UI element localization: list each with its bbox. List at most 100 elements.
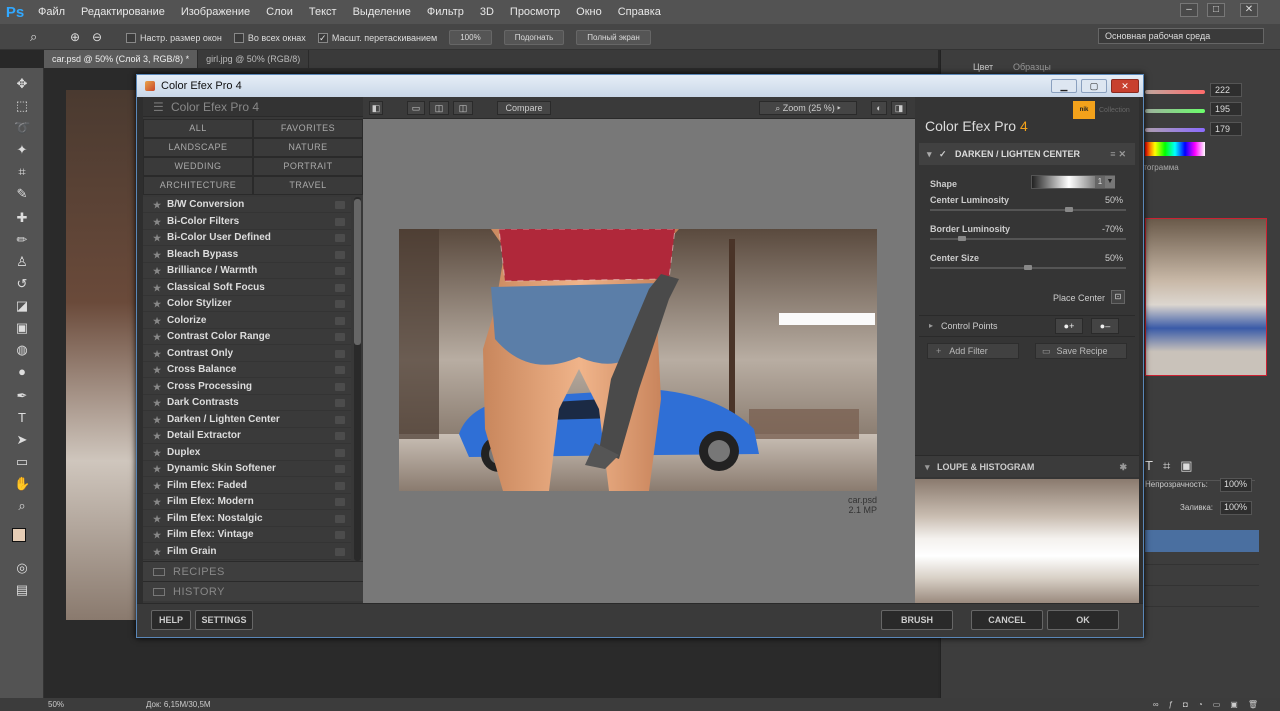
split-view-icon[interactable]: ◫ xyxy=(429,101,449,115)
fullscreen-button[interactable]: Полный экран xyxy=(576,30,651,45)
center-size-knob[interactable] xyxy=(1024,265,1032,270)
window-maximize-icon[interactable]: ▢ xyxy=(1081,79,1107,93)
blue-value[interactable]: 179 xyxy=(1210,122,1242,136)
help-button[interactable]: HELP xyxy=(151,610,191,630)
remove-control-point-icon[interactable]: ●– xyxy=(1091,318,1119,334)
settings-button[interactable]: SETTINGS xyxy=(195,610,253,630)
star-icon[interactable]: ★ xyxy=(153,428,161,444)
layer-action-icons[interactable]: ∞ƒ◘◔▭▣🗑 xyxy=(1153,698,1268,711)
filter-item[interactable]: ★ Detail Extractor xyxy=(143,428,351,444)
favorite-toggle-icon[interactable] xyxy=(335,201,345,209)
favorite-toggle-icon[interactable] xyxy=(335,432,345,440)
doc-tab-girl[interactable]: girl.jpg @ 50% (RGB/8) xyxy=(198,50,310,68)
green-value[interactable]: 195 xyxy=(1210,102,1242,116)
menu-3d[interactable]: 3D xyxy=(472,0,502,24)
star-icon[interactable]: ★ xyxy=(153,230,161,246)
star-icon[interactable]: ★ xyxy=(153,527,161,543)
favorite-toggle-icon[interactable] xyxy=(335,382,345,391)
recipes-section[interactable]: RECIPES xyxy=(143,561,363,581)
favorite-toggle-icon[interactable] xyxy=(335,217,345,226)
star-icon[interactable]: ★ xyxy=(153,214,161,230)
cancel-button[interactable]: CANCEL xyxy=(971,610,1043,630)
resize-windows-check[interactable]: Настр. размер окон xyxy=(126,32,222,43)
favorite-toggle-icon[interactable] xyxy=(335,399,345,407)
filter-item[interactable]: ★ Film Efex: Vintage xyxy=(143,527,351,543)
fit-button[interactable]: Подогнать xyxy=(503,30,565,45)
navigator-thumbnail[interactable] xyxy=(1145,218,1267,376)
border-luminosity-knob[interactable] xyxy=(958,236,967,241)
star-icon[interactable]: ★ xyxy=(153,511,161,527)
layer-filter-icons[interactable]: T ⌗ ▣ xyxy=(1145,458,1193,474)
loupe-histogram-header[interactable]: ▾ LOUPE & HISTOGRAM ✱ xyxy=(915,455,1139,477)
magic-wand-icon[interactable]: ✦ xyxy=(14,142,30,158)
star-icon[interactable]: ★ xyxy=(153,395,161,411)
green-slider[interactable] xyxy=(1145,109,1205,113)
star-icon[interactable]: ★ xyxy=(153,346,161,362)
favorite-toggle-icon[interactable] xyxy=(335,465,345,473)
loupe-pin-icon[interactable]: ✱ xyxy=(1119,456,1127,478)
favorite-toggle-icon[interactable] xyxy=(335,531,345,539)
loupe-arrow-icon[interactable]: ▾ xyxy=(925,456,930,478)
favorite-toggle-icon[interactable] xyxy=(335,514,345,523)
lasso-tool-icon[interactable]: ➰ xyxy=(14,120,30,136)
filter-item[interactable]: ★ Dark Contrasts xyxy=(143,395,351,411)
filter-item[interactable]: ★ Bi-Color Filters xyxy=(143,214,351,230)
control-points-arrow-icon[interactable]: ▸ xyxy=(929,321,933,330)
star-icon[interactable]: ★ xyxy=(153,313,161,329)
favorite-toggle-icon[interactable] xyxy=(335,547,345,556)
type-tool-icon[interactable]: T xyxy=(14,410,30,426)
red-slider[interactable] xyxy=(1145,90,1205,94)
single-view-icon[interactable]: ▭ xyxy=(407,101,425,115)
filter-item[interactable]: ★ Film Efex: Faded xyxy=(143,478,351,494)
filter-item[interactable]: ★ Film Grain xyxy=(143,544,351,560)
opacity-field[interactable]: 100% xyxy=(1220,478,1252,492)
filter-item[interactable]: ★ Bleach Bypass xyxy=(143,247,351,263)
filter-list-scroll-thumb[interactable] xyxy=(354,199,361,345)
favorite-toggle-icon[interactable] xyxy=(335,300,345,308)
loupe-view[interactable] xyxy=(915,479,1139,603)
menu-help[interactable]: Справка xyxy=(610,0,669,24)
menu-edit[interactable]: Редактирование xyxy=(73,0,173,24)
filter-options-icons[interactable]: ≡✕ xyxy=(1110,143,1129,165)
fill-field[interactable]: 100% xyxy=(1220,501,1252,515)
add-control-point-icon[interactable]: ●+ xyxy=(1055,318,1083,334)
shape-tool-icon[interactable]: ▭ xyxy=(14,454,30,470)
category-travel[interactable]: TRAVEL xyxy=(253,176,363,195)
red-value[interactable]: 222 xyxy=(1210,83,1242,97)
star-icon[interactable]: ★ xyxy=(153,263,161,279)
star-icon[interactable]: ★ xyxy=(153,445,161,461)
path-select-icon[interactable]: ➤ xyxy=(14,432,30,448)
star-icon[interactable]: ★ xyxy=(153,412,161,428)
favorite-toggle-icon[interactable] xyxy=(335,366,345,374)
favorite-toggle-icon[interactable] xyxy=(335,498,345,506)
filter-item[interactable]: ★ B/W Conversion xyxy=(143,197,351,213)
window-title-bar[interactable]: Color Efex Pro 4 ▁ ▢ ✕ xyxy=(137,75,1143,97)
menu-select[interactable]: Выделение xyxy=(345,0,419,24)
favorite-toggle-icon[interactable] xyxy=(335,267,345,275)
category-landscape[interactable]: LANDSCAPE xyxy=(143,138,253,157)
tab-swatches[interactable]: Образцы xyxy=(1013,62,1051,72)
favorite-toggle-icon[interactable] xyxy=(335,283,345,292)
healing-brush-icon[interactable]: ✚ xyxy=(14,210,30,226)
favorite-toggle-icon[interactable] xyxy=(335,333,345,341)
filter-item[interactable]: ★ Colorize xyxy=(143,313,351,329)
save-recipe-button[interactable]: ▭ Save Recipe xyxy=(1035,343,1127,359)
filter-item[interactable]: ★ Contrast Only xyxy=(143,346,351,362)
workspace-select[interactable]: Основная рабочая среда xyxy=(1098,28,1264,44)
filter-item[interactable]: ★ Brilliance / Warmth xyxy=(143,263,351,279)
eraser-tool-icon[interactable]: ◪ xyxy=(14,298,30,314)
star-icon[interactable]: ★ xyxy=(153,280,161,296)
hide-browser-icon[interactable]: ◧ xyxy=(369,101,383,115)
color-spectrum[interactable] xyxy=(1145,142,1205,156)
brush-tool-icon[interactable]: ✏ xyxy=(14,232,30,248)
menu-window[interactable]: Окно xyxy=(568,0,610,24)
category-wedding[interactable]: WEDDING xyxy=(143,157,253,176)
screen-mode-icon[interactable]: ▤ xyxy=(14,582,30,598)
hide-panel-icon[interactable]: ◨ xyxy=(891,101,907,115)
add-filter-button[interactable]: + Add Filter xyxy=(927,343,1019,359)
filter-item[interactable]: ★ Cross Processing xyxy=(143,379,351,395)
shape-dropdown-icon[interactable]: ▼ xyxy=(1105,176,1115,188)
layer-row[interactable] xyxy=(1145,566,1259,586)
category-portrait[interactable]: PORTRAIT xyxy=(253,157,363,176)
star-icon[interactable]: ★ xyxy=(153,494,161,510)
